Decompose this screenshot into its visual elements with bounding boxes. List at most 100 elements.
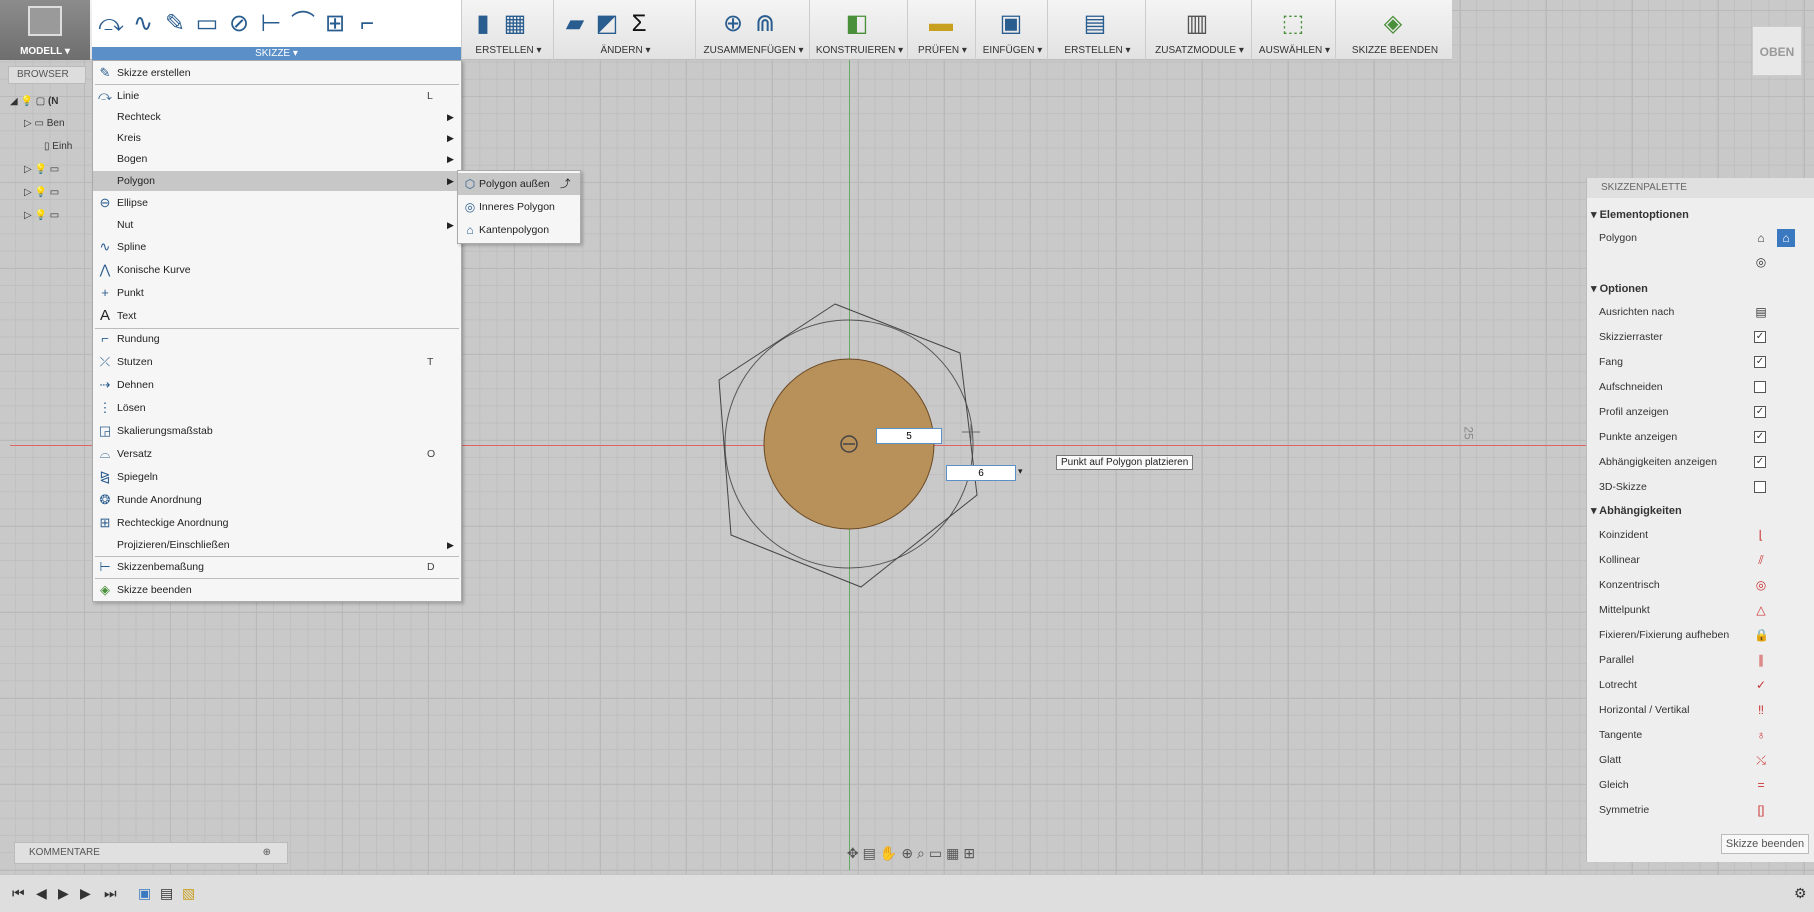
lightbulb-icon[interactable]: 💡 — [34, 187, 46, 198]
timeline-play-icon[interactable]: ▶ — [58, 885, 69, 902]
form-icon[interactable]: ▦ — [500, 8, 530, 40]
expand-icon[interactable]: ▷ — [24, 164, 32, 175]
circle-icon[interactable]: ⊘ — [224, 8, 254, 40]
checkbox-sketch-grid[interactable]: ✓ — [1754, 331, 1766, 343]
menu-item-break[interactable]: ⋮ Lösen — [93, 398, 461, 418]
timeline-settings-icon[interactable]: ⚙ — [1794, 885, 1807, 902]
dimension-icon[interactable]: ⊢ — [256, 8, 286, 40]
menu-item-ellipse[interactable]: ⊖ Ellipse — [93, 193, 461, 213]
menu-item-sketch-dimension[interactable]: ⊢ Skizzenbemaßung D — [93, 557, 461, 577]
comments-panel[interactable]: KOMMENTARE ⊕ — [14, 842, 288, 864]
checkbox-show-profile[interactable]: ✓ — [1754, 406, 1766, 418]
checkbox-slice[interactable] — [1754, 381, 1766, 393]
constraint-row[interactable]: Tangente ♁ — [1599, 723, 1799, 747]
dimension-input-radius[interactable] — [876, 428, 942, 444]
toolbar-group-construct[interactable]: ◧ KONSTRUIEREN ▾ — [812, 0, 908, 60]
menu-item-extend[interactable]: ⇢ Dehnen — [93, 375, 461, 395]
menu-item-fillet[interactable]: ⌐ Rundung — [93, 329, 461, 349]
constraint-row[interactable]: Kollinear ⫽ — [1599, 548, 1799, 572]
insert-image-icon[interactable]: ▣ — [996, 8, 1026, 40]
display-settings-icon[interactable]: ▭ — [929, 845, 946, 861]
section-options[interactable]: ▾ Optionen — [1591, 282, 1648, 295]
expand-icon[interactable]: ▷ — [24, 187, 32, 198]
timeline-start-icon[interactable]: ⏮ — [12, 885, 25, 902]
smooth-icon[interactable]: ⤯ — [1754, 753, 1768, 767]
toolbar-group-finish-sketch[interactable]: ◈ SKIZZE BEENDEN — [1338, 0, 1452, 60]
timeline-feature-icon[interactable]: ▤ — [160, 885, 173, 902]
new-component-icon[interactable]: ⊕ — [718, 8, 748, 40]
extrude-icon[interactable]: ▮ — [468, 8, 498, 40]
constraint-row[interactable]: Parallel ∥ — [1599, 648, 1799, 672]
finish-sketch-icon[interactable]: ◈ — [1378, 8, 1408, 40]
spline-icon[interactable]: ∿ — [128, 8, 158, 40]
toolbar-group-assemble[interactable]: ⊕ ⋒ ZUSAMMENFÜGEN ▾ — [698, 0, 810, 60]
collapse-icon[interactable]: ◢ — [10, 96, 18, 107]
lightbulb-icon[interactable]: 💡 — [20, 96, 32, 107]
measure-icon[interactable]: ▬ — [926, 8, 956, 40]
workspace-switcher[interactable]: MODELL ▾ — [0, 0, 90, 60]
menu-item-spline[interactable]: ∿ Spline — [93, 237, 461, 257]
view-cube[interactable]: OBEN — [1752, 26, 1802, 76]
concentric-icon[interactable]: ◎ — [1754, 578, 1768, 592]
sum-icon[interactable]: Σ — [624, 8, 654, 40]
zoom-window-icon[interactable]: ⌕ — [917, 845, 929, 861]
section-constraints[interactable]: ▾ Abhängigkeiten — [1591, 504, 1682, 517]
menu-item-arc[interactable]: Bogen ▶ — [93, 149, 461, 169]
constraint-row[interactable]: Koinzident ⌊ — [1599, 523, 1799, 547]
toolbar-group-addins[interactable]: ▥ ZUSATZMODULE ▾ — [1148, 0, 1252, 60]
finish-sketch-button[interactable]: Skizze beenden — [1721, 834, 1809, 854]
toolbar-group-make[interactable]: ▤ ERSTELLEN ▾ — [1050, 0, 1146, 60]
menu-item-create-sketch[interactable]: ✎ Skizze erstellen — [93, 63, 461, 83]
menu-item-circular-pattern[interactable]: ❂ Runde Anordnung — [93, 490, 461, 510]
constraint-row[interactable]: Mittelpunkt △ — [1599, 598, 1799, 622]
symmetry-icon[interactable]: [] — [1754, 803, 1768, 817]
browser-tab[interactable]: BROWSER — [8, 66, 86, 84]
create-sketch-icon[interactable]: ✎ — [160, 8, 190, 40]
horizontal-vertical-icon[interactable]: ‼ — [1754, 703, 1768, 717]
line-icon[interactable]: ⤼ — [96, 8, 126, 40]
menu-item-rectangular-pattern[interactable]: ⊞ Rechteckige Anordnung — [93, 513, 461, 533]
expand-icon[interactable]: ▷ — [24, 118, 32, 129]
coincident-icon[interactable]: ⌊ — [1754, 528, 1768, 542]
checkbox-show-constraints[interactable]: ✓ — [1754, 456, 1766, 468]
menu-item-slot[interactable]: Nut ▶ — [93, 215, 461, 235]
browser-row-root[interactable]: ◢ 💡 ▢ (N — [10, 93, 90, 111]
scripts-icon[interactable]: ▥ — [1182, 8, 1212, 40]
viewports-icon[interactable]: ⊞ — [963, 845, 979, 861]
timeline-end-icon[interactable]: ⏭ — [104, 885, 117, 902]
menu-item-finish-sketch[interactable]: ◈ Skizze beenden — [93, 580, 461, 600]
submenu-item-edge-polygon[interactable]: ⌂ Kantenpolygon — [458, 219, 580, 241]
toolbar-group-modify[interactable]: ▰ ◩ Σ ÄNDERN ▾ — [556, 0, 696, 60]
constraint-row[interactable]: Lotrecht ✓ — [1599, 673, 1799, 697]
checkbox-3d-sketch[interactable] — [1754, 481, 1766, 493]
lightbulb-icon[interactable]: 💡 — [34, 210, 46, 221]
add-comment-icon[interactable]: ⊕ — [263, 843, 271, 863]
toolbar-group-sketch[interactable]: ⤼ ∿ ✎ ▭ ⊘ ⊢ ⌒ ⊞ ⌐ SKIZZE ▾ — [92, 0, 462, 60]
palette-title[interactable]: SKIZZENPALETTE — [1587, 178, 1814, 198]
equal-icon[interactable]: = — [1754, 778, 1768, 792]
timeline-forward-icon[interactable]: ▶ — [80, 885, 91, 902]
toolbar-group-select[interactable]: ⬚ AUSWÄHLEN ▾ — [1254, 0, 1336, 60]
arc-icon[interactable]: ⌒ — [288, 8, 318, 40]
menu-item-circle[interactable]: Kreis ▶ — [93, 128, 461, 148]
midpoint-icon[interactable]: △ — [1754, 603, 1768, 617]
timeline-body-icon[interactable]: ▣ — [138, 885, 151, 902]
parallel-icon[interactable]: ∥ — [1754, 653, 1768, 667]
grid-settings-icon[interactable]: ▦ — [946, 845, 963, 861]
constraint-row[interactable]: Konzentrisch ◎ — [1599, 573, 1799, 597]
submenu-item-circumscribed-polygon[interactable]: ⬡ Polygon außen ⤴ — [458, 173, 580, 195]
plane-icon[interactable]: ◧ — [842, 8, 872, 40]
menu-item-line[interactable]: ⤼ Linie L — [93, 86, 461, 106]
submenu-item-inscribed-polygon[interactable]: ◎ Inneres Polygon — [458, 196, 580, 218]
select-icon[interactable]: ⬚ — [1278, 8, 1308, 40]
move-icon[interactable]: ◩ — [592, 8, 622, 40]
toolbar-group-insert[interactable]: ▣ EINFÜGEN ▾ — [978, 0, 1048, 60]
menu-item-rectangle[interactable]: Rechteck ▶ — [93, 107, 461, 127]
constraint-row[interactable]: Gleich = — [1599, 773, 1799, 797]
press-pull-icon[interactable]: ▰ — [560, 8, 590, 40]
inscribed-polygon-icon[interactable]: ◎ — [1754, 255, 1768, 269]
print-icon[interactable]: ▤ — [1080, 8, 1110, 40]
pan-icon[interactable]: ✋ — [880, 845, 901, 861]
toolbar-group-inspect[interactable]: ▬ PRÜFEN ▾ — [910, 0, 976, 60]
circumscribed-polygon-icon[interactable]: ⌂ — [1777, 229, 1795, 247]
